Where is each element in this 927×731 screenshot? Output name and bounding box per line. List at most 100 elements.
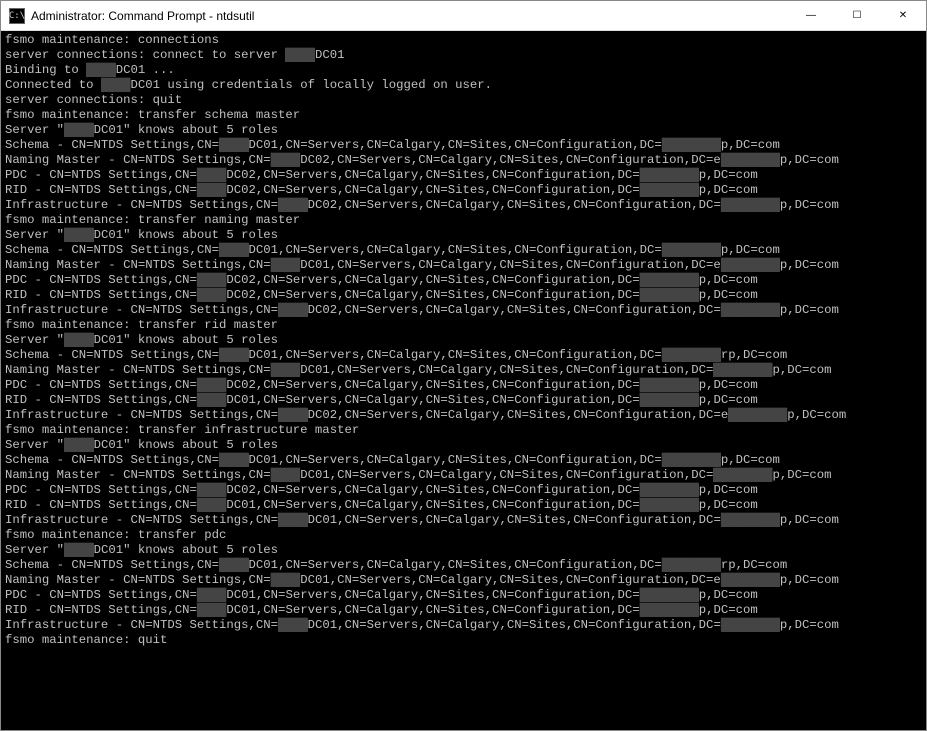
terminal-text: p,DC=com (699, 393, 758, 407)
terminal-line: Binding to ████DC01 ... (5, 63, 922, 78)
redacted-text: ████ (278, 303, 308, 317)
terminal-text: DC01 using credentials of locally logged… (130, 78, 492, 92)
terminal-text: Schema - CN=NTDS Settings,CN= (5, 243, 219, 257)
terminal-line: Server "████DC01" knows about 5 roles (5, 123, 922, 138)
redacted-text: ████ (197, 588, 227, 602)
terminal-line: Infrastructure - CN=NTDS Settings,CN=███… (5, 198, 922, 213)
redacted-text: ████████ (728, 408, 787, 422)
redacted-text: ████████ (662, 348, 721, 362)
terminal-text: rp,DC=com (721, 348, 787, 362)
redacted-text: ████ (271, 153, 301, 167)
terminal-line: PDC - CN=NTDS Settings,CN=████DC02,CN=Se… (5, 168, 922, 183)
terminal-line: RID - CN=NTDS Settings,CN=████DC02,CN=Se… (5, 183, 922, 198)
redacted-text: ████ (278, 198, 308, 212)
terminal-text: p,DC=com (699, 483, 758, 497)
terminal-text: DC01" knows about 5 roles (94, 438, 278, 452)
terminal-text: p,DC=com (699, 273, 758, 287)
terminal-text: server connections: connect to server (5, 48, 285, 62)
terminal-text: p,DC=com (699, 498, 758, 512)
terminal-line: fsmo maintenance: transfer naming master (5, 213, 922, 228)
maximize-button[interactable]: ☐ (834, 1, 880, 30)
redacted-text: ████████ (640, 603, 699, 617)
redacted-text: ████████ (721, 153, 780, 167)
redacted-text: ████ (219, 453, 249, 467)
terminal-text: DC02,CN=Servers,CN=Calgary,CN=Sites,CN=C… (226, 168, 639, 182)
terminal-text: DC01,CN=Servers,CN=Calgary,CN=Sites,CN=C… (226, 588, 639, 602)
window-title: Administrator: Command Prompt - ntdsutil (31, 9, 788, 23)
terminal-line: Server "████DC01" knows about 5 roles (5, 543, 922, 558)
terminal-text: p,DC=com (721, 453, 780, 467)
window-controls: — ☐ ✕ (788, 1, 926, 30)
terminal-line: fsmo maintenance: quit (5, 633, 922, 648)
terminal-text: p,DC=com (772, 363, 831, 377)
terminal-text: p,DC=com (780, 513, 839, 527)
redacted-text: ████████ (640, 168, 699, 182)
terminal-text: Schema - CN=NTDS Settings,CN= (5, 453, 219, 467)
terminal-text: PDC - CN=NTDS Settings,CN= (5, 483, 197, 497)
terminal-text: DC01,CN=Servers,CN=Calgary,CN=Sites,CN=C… (249, 138, 662, 152)
terminal-text: p,DC=com (787, 408, 846, 422)
terminal-text: fsmo maintenance: connections (5, 33, 219, 47)
terminal-text: fsmo maintenance: transfer infrastructur… (5, 423, 359, 437)
redacted-text: ████████ (640, 393, 699, 407)
terminal-text: p,DC=com (780, 258, 839, 272)
terminal-text: fsmo maintenance: transfer rid master (5, 318, 278, 332)
terminal-text: DC02,CN=Servers,CN=Calgary,CN=Sites,CN=C… (308, 303, 721, 317)
terminal-text: DC02,CN=Servers,CN=Calgary,CN=Sites,CN=C… (300, 153, 721, 167)
terminal-text: Schema - CN=NTDS Settings,CN= (5, 138, 219, 152)
terminal-text: Server " (5, 438, 64, 452)
terminal-text: p,DC=com (780, 303, 839, 317)
redacted-text: ████ (197, 378, 227, 392)
terminal-text: p,DC=com (780, 198, 839, 212)
terminal-text: RID - CN=NTDS Settings,CN= (5, 183, 197, 197)
redacted-text: ████████ (640, 273, 699, 287)
redacted-text: ████ (219, 558, 249, 572)
redacted-text: ████ (197, 183, 227, 197)
terminal-line: Naming Master - CN=NTDS Settings,CN=████… (5, 573, 922, 588)
terminal-line: RID - CN=NTDS Settings,CN=████DC01,CN=Se… (5, 498, 922, 513)
terminal-output[interactable]: fsmo maintenance: connectionsserver conn… (1, 31, 926, 730)
redacted-text: ████ (271, 363, 301, 377)
redacted-text: ████ (197, 483, 227, 497)
terminal-text: fsmo maintenance: transfer pdc (5, 528, 226, 542)
terminal-text: Schema - CN=NTDS Settings,CN= (5, 558, 219, 572)
terminal-text: Server " (5, 543, 64, 557)
redacted-text: ████ (197, 168, 227, 182)
terminal-text: Infrastructure - CN=NTDS Settings,CN= (5, 618, 278, 632)
redacted-text: ████ (64, 333, 94, 347)
terminal-text: p,DC=com (721, 243, 780, 257)
terminal-line: fsmo maintenance: transfer schema master (5, 108, 922, 123)
terminal-line: RID - CN=NTDS Settings,CN=████DC01,CN=Se… (5, 603, 922, 618)
terminal-line: Schema - CN=NTDS Settings,CN=████DC01,CN… (5, 558, 922, 573)
terminal-line: PDC - CN=NTDS Settings,CN=████DC02,CN=Se… (5, 378, 922, 393)
redacted-text: ████ (219, 348, 249, 362)
terminal-text: DC01" knows about 5 roles (94, 123, 278, 137)
cmd-icon: C:\ (9, 8, 25, 24)
redacted-text: ████████ (640, 183, 699, 197)
terminal-text: fsmo maintenance: transfer naming master (5, 213, 300, 227)
titlebar[interactable]: C:\ Administrator: Command Prompt - ntds… (1, 1, 926, 31)
terminal-text: p,DC=com (699, 288, 758, 302)
terminal-text: p,DC=com (699, 183, 758, 197)
terminal-text: Infrastructure - CN=NTDS Settings,CN= (5, 513, 278, 527)
terminal-text: DC01,CN=Servers,CN=Calgary,CN=Sites,CN=C… (300, 468, 713, 482)
terminal-line: PDC - CN=NTDS Settings,CN=████DC02,CN=Se… (5, 483, 922, 498)
redacted-text: ████ (285, 48, 315, 62)
terminal-line: Infrastructure - CN=NTDS Settings,CN=███… (5, 303, 922, 318)
terminal-text: DC01,CN=Servers,CN=Calgary,CN=Sites,CN=C… (300, 363, 713, 377)
terminal-line: Infrastructure - CN=NTDS Settings,CN=███… (5, 408, 922, 423)
redacted-text: ████████ (640, 288, 699, 302)
terminal-text: DC01 (315, 48, 345, 62)
terminal-text: DC02,CN=Servers,CN=Calgary,CN=Sites,CN=C… (308, 198, 721, 212)
minimize-button[interactable]: — (788, 1, 834, 30)
terminal-line: Connected to ████DC01 using credentials … (5, 78, 922, 93)
terminal-text: p,DC=com (699, 588, 758, 602)
terminal-text: p,DC=com (780, 618, 839, 632)
redacted-text: ████████ (721, 573, 780, 587)
redacted-text: ████ (64, 123, 94, 137)
redacted-text: ████████ (640, 588, 699, 602)
terminal-text: PDC - CN=NTDS Settings,CN= (5, 168, 197, 182)
terminal-text: PDC - CN=NTDS Settings,CN= (5, 588, 197, 602)
close-button[interactable]: ✕ (880, 1, 926, 30)
terminal-text: RID - CN=NTDS Settings,CN= (5, 393, 197, 407)
